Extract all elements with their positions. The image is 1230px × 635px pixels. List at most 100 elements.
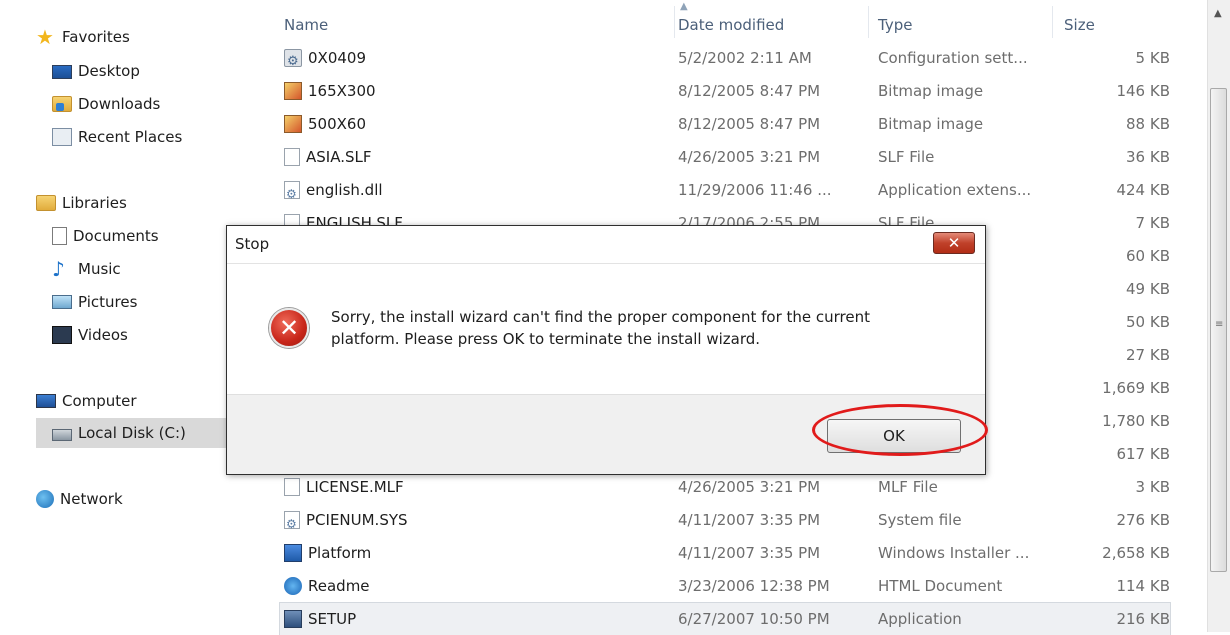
file-row[interactable]: SETUP 6/27/2007 10:50 PM Application 216 KB [279, 602, 1171, 635]
nav-favorites[interactable]: ★ Favorites [36, 22, 130, 52]
column-divider[interactable] [674, 6, 675, 38]
blank-file-icon [284, 478, 300, 496]
file-date-cell: 8/12/2005 8:47 PM [678, 115, 821, 133]
file-size-cell: 146 KB [1116, 82, 1170, 100]
file-date-cell: 4/26/2005 3:21 PM [678, 478, 821, 496]
file-name-cell: LICENSE.MLF [284, 471, 674, 503]
nav-pictures[interactable]: Pictures [52, 287, 137, 317]
nav-label: Pictures [78, 293, 138, 311]
hard-disk-icon [52, 429, 72, 441]
vertical-scrollbar[interactable]: ▲ ≡ [1207, 0, 1230, 632]
nav-label: Local Disk (C:) [78, 424, 186, 442]
file-name-cell: 165X300 [284, 75, 674, 107]
html-document-icon [284, 577, 302, 595]
file-row[interactable]: 0X0409 5/2/2002 2:11 AM Configuration sett… [280, 42, 1170, 74]
scrollbar-thumb[interactable]: ≡ [1210, 88, 1227, 572]
nav-recent-places[interactable]: Recent Places [52, 122, 182, 152]
file-row[interactable]: 500X60 8/12/2005 8:47 PM Bitmap image 88 KB [280, 108, 1170, 140]
nav-documents[interactable]: Documents [52, 221, 159, 251]
file-size-cell: 27 KB [1126, 346, 1170, 364]
file-date-cell: 6/27/2007 10:50 PM [678, 610, 830, 628]
file-name-cell: 500X60 [284, 108, 674, 140]
file-name-cell: 0X0409 [284, 42, 674, 74]
dialog-footer: OK [227, 394, 985, 474]
nav-label: Music [78, 260, 121, 278]
file-date-cell: 5/2/2002 2:11 AM [678, 49, 812, 67]
close-button[interactable]: ✕ [933, 232, 975, 254]
file-date-cell: 4/11/2007 3:35 PM [678, 511, 821, 529]
ok-button[interactable]: OK [827, 419, 961, 453]
nav-label: Documents [73, 227, 159, 245]
file-name: 500X60 [308, 115, 366, 133]
column-divider[interactable] [1052, 6, 1053, 38]
file-size-cell: 424 KB [1116, 181, 1170, 199]
file-name-cell: Platform [284, 537, 674, 569]
file-name: 0X0409 [308, 49, 366, 67]
file-name: SETUP [308, 610, 357, 628]
dialog-message-line: platform. Please press OK to terminate t… [331, 330, 761, 348]
nav-label: Desktop [78, 62, 140, 80]
file-date-cell: 11/29/2006 11:46 ... [678, 181, 832, 199]
nav-music[interactable]: ♪ Music [52, 254, 121, 284]
column-divider[interactable] [868, 6, 869, 38]
file-type-cell: HTML Document [878, 577, 1003, 595]
file-size-cell: 617 KB [1116, 445, 1170, 463]
file-size-cell: 114 KB [1116, 577, 1170, 595]
file-type-cell: Windows Installer ... [878, 544, 1030, 562]
file-name: LICENSE.MLF [306, 478, 404, 496]
scroll-grip-icon: ≡ [1215, 319, 1224, 330]
error-icon: ✕ [269, 308, 309, 348]
downloads-folder-icon [52, 96, 72, 112]
file-date-cell: 4/26/2005 3:21 PM [678, 148, 821, 166]
column-header-type[interactable]: Type [878, 16, 912, 34]
file-row[interactable]: Readme 3/23/2006 12:38 PM HTML Document 114… [280, 570, 1170, 602]
nav-downloads[interactable]: Downloads [52, 89, 160, 119]
column-header-date-modified[interactable]: Date modified [678, 16, 784, 34]
nav-computer[interactable]: Computer [36, 386, 137, 416]
file-type-cell: Application [878, 610, 962, 628]
file-name-cell: PCIENUM.SYS [284, 504, 674, 536]
nav-label: Downloads [78, 95, 161, 113]
recent-places-icon [52, 128, 72, 146]
file-name-cell: Readme [284, 570, 674, 602]
bitmap-icon [284, 82, 302, 100]
column-header-size[interactable]: Size [1064, 16, 1095, 34]
file-date-cell: 8/12/2005 8:47 PM [678, 82, 821, 100]
videos-icon [52, 326, 72, 344]
file-row[interactable]: 165X300 8/12/2005 8:47 PM Bitmap image 146 … [280, 75, 1170, 107]
dialog-body: ✕ Sorry, the install wizard can't find t… [227, 264, 985, 394]
file-type-cell: Bitmap image [878, 115, 984, 133]
libraries-icon [36, 195, 56, 211]
file-row[interactable]: Platform 4/11/2007 3:35 PM Windows Install… [280, 537, 1170, 569]
nav-local-disk[interactable]: Local Disk (C:) [36, 418, 252, 448]
nav-videos[interactable]: Videos [52, 320, 128, 350]
file-name: ASIA.SLF [306, 148, 372, 166]
file-row[interactable]: LICENSE.MLF 4/26/2005 3:21 PM MLF File 3 KB [280, 471, 1170, 503]
file-size-cell: 276 KB [1116, 511, 1170, 529]
file-row[interactable]: PCIENUM.SYS 4/11/2007 3:35 PM System file 2… [280, 504, 1170, 536]
file-type-cell: MLF File [878, 478, 938, 496]
file-row[interactable]: ASIA.SLF 4/26/2005 3:21 PM SLF File 36 KB [280, 141, 1170, 173]
nav-label: Computer [62, 392, 137, 410]
star-icon: ★ [36, 25, 54, 49]
nav-libraries[interactable]: Libraries [36, 188, 127, 218]
file-type-cell: System file [878, 511, 962, 529]
file-row[interactable]: english.dll 11/29/2006 11:46 ... Applicati… [280, 174, 1170, 206]
column-header-name[interactable]: Name [284, 16, 328, 34]
nav-desktop[interactable]: Desktop [52, 56, 140, 86]
scroll-up-arrow-icon[interactable]: ▲ [1214, 8, 1222, 19]
navigation-pane: ★ Favorites Desktop Downloads Recent Pla… [0, 0, 262, 632]
file-size-cell: 5 KB [1135, 49, 1170, 67]
config-file-icon [284, 46, 302, 74]
dialog-title: Stop [235, 235, 270, 253]
nav-network[interactable]: Network [36, 484, 123, 514]
nav-label: Favorites [62, 28, 130, 46]
file-size-cell: 88 KB [1126, 115, 1170, 133]
file-date-cell: 3/23/2006 12:38 PM [678, 577, 830, 595]
bitmap-icon [284, 115, 302, 133]
file-size-cell: 50 KB [1126, 313, 1170, 331]
file-type-cell: Bitmap image [878, 82, 984, 100]
dialog-titlebar[interactable]: Stop ✕ [227, 226, 985, 264]
dll-file-icon [284, 178, 300, 206]
stop-dialog: Stop ✕ ✕ Sorry, the install wizard can't… [226, 225, 986, 475]
